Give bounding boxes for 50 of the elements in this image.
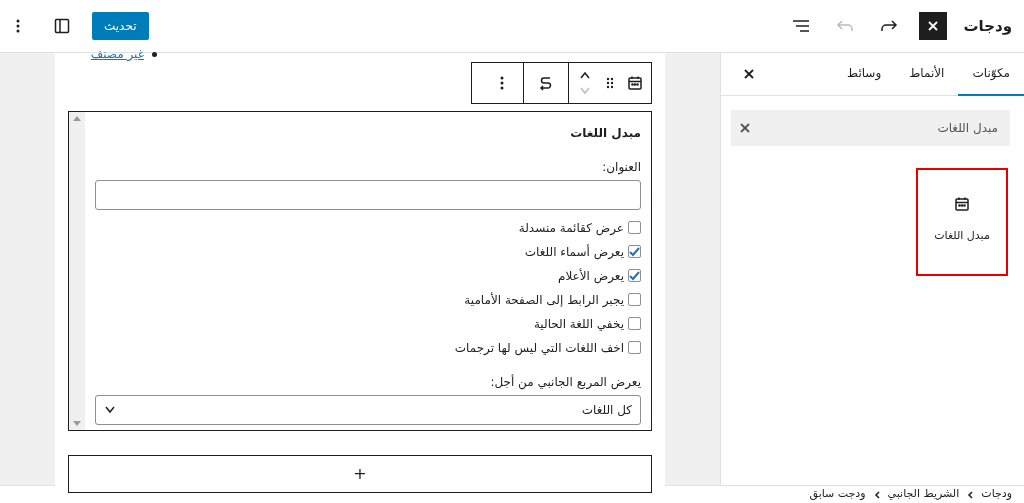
clear-icon[interactable] xyxy=(739,122,751,134)
title-field[interactable] xyxy=(95,180,641,210)
sidebar-tab[interactable]: مكوّنات xyxy=(958,52,1024,96)
chevron-down-icon xyxy=(104,406,116,414)
chevron-down-icon xyxy=(579,87,591,95)
undo-icon xyxy=(836,19,855,33)
search-field[interactable]: مبدل اللغات xyxy=(731,110,1010,146)
list-view-icon xyxy=(792,19,811,33)
calendar-icon xyxy=(954,196,970,212)
arrow-up-icon xyxy=(73,116,81,121)
sidebar-tab[interactable]: وسائط xyxy=(833,52,896,96)
chevron-icon xyxy=(873,490,880,499)
kebab-icon xyxy=(500,75,504,91)
bullet xyxy=(152,51,157,57)
widget-title: مبدل اللغات xyxy=(569,125,641,142)
sidebar-icon xyxy=(54,18,70,34)
checkbox-label: عرض كقائمة منسدلة xyxy=(518,219,624,237)
redo-icon xyxy=(880,19,899,33)
add-block-button[interactable]: + xyxy=(68,455,652,493)
close-icon xyxy=(927,20,940,32)
breadcrumb-link[interactable]: ودجات xyxy=(981,486,1012,503)
language-select[interactable]: كل اللغات xyxy=(95,395,641,425)
block-label: مبدل اللغات xyxy=(934,228,990,244)
checkbox[interactable] xyxy=(628,317,641,330)
field-label: يعرض المربع الجانبي من أجل: xyxy=(489,373,641,391)
sidebar-tab[interactable]: الأنماط xyxy=(895,52,959,96)
category-link[interactable]: غير مصنف xyxy=(90,48,144,60)
block-result[interactable]: مبدل اللغات xyxy=(918,170,1006,274)
close-button[interactable] xyxy=(919,12,948,40)
checkbox[interactable] xyxy=(628,341,641,354)
page-title: ودجات xyxy=(963,15,1012,37)
checkbox[interactable] xyxy=(628,269,641,282)
scrollbar[interactable] xyxy=(69,112,85,430)
checkbox-label: يخفي اللغة الحالية xyxy=(533,315,624,333)
kebab-icon xyxy=(16,18,20,34)
checkbox-label: يجبر الرابط إلى الصفحة الأمامية xyxy=(464,291,624,309)
breadcrumb-link[interactable]: الشريط الجانبي xyxy=(887,486,960,503)
chevron-icon xyxy=(967,490,974,499)
breadcrumb-link[interactable]: ودجت سابق xyxy=(809,486,866,503)
checkbox-label: يعرض الأعلام xyxy=(558,267,624,285)
update-button[interactable]: تحديث xyxy=(92,12,149,40)
close-icon xyxy=(743,68,755,80)
checkbox-label: يعرض أسماء اللغات xyxy=(524,243,624,261)
arrow-down-icon xyxy=(73,421,81,426)
checkbox[interactable] xyxy=(628,221,641,234)
checkbox-label: اخف اللغات التي ليس لها ترجمات xyxy=(454,339,624,357)
field-label: العنوان: xyxy=(601,159,641,176)
checkbox[interactable] xyxy=(628,245,641,258)
checkbox[interactable] xyxy=(628,293,641,306)
chevron-up-icon xyxy=(579,71,591,79)
